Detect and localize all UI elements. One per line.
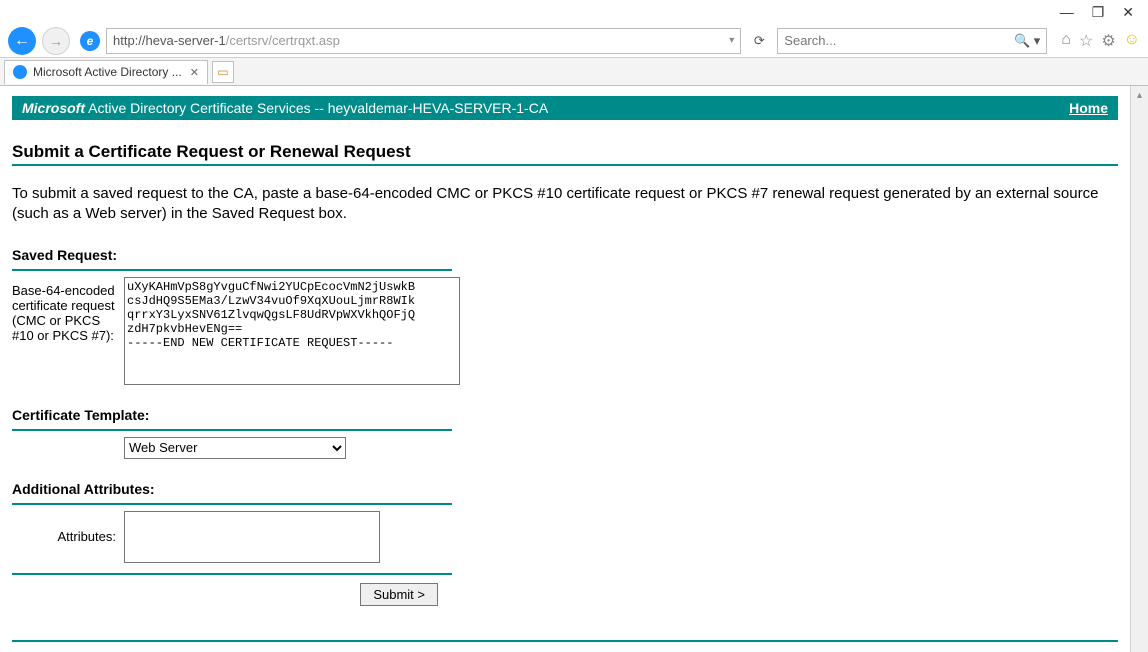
saved-request-rowlabel: Base-64-encoded certificate request (CMC… — [12, 277, 124, 343]
page-title: Submit a Certificate Request or Renewal … — [12, 142, 1118, 162]
saved-request-textarea[interactable] — [124, 277, 460, 385]
home-link[interactable]: Home — [1069, 100, 1108, 116]
divider — [12, 573, 452, 575]
cert-template-select[interactable]: Web Server — [124, 437, 346, 459]
search-box[interactable]: Search... 🔍 ▾ — [777, 28, 1047, 54]
page-scrollbar[interactable]: ▴ — [1130, 86, 1148, 652]
ie-logo-icon: e — [80, 31, 100, 51]
tab-active[interactable]: Microsoft Active Directory ... ✕ — [4, 60, 208, 84]
divider — [12, 269, 452, 271]
submit-button[interactable]: Submit > — [360, 583, 438, 606]
attributes-rowlabel: Attributes: — [12, 529, 124, 544]
browser-toolbar: ← → e http://heva-server-1/certsrv/certr… — [0, 24, 1148, 58]
settings-gear-icon[interactable]: ⚙ — [1101, 31, 1115, 51]
window-controls: — ❐ ✕ — [0, 0, 1148, 24]
smiley-icon[interactable]: ☺ — [1124, 31, 1140, 51]
tab-strip: Microsoft Active Directory ... ✕ ▭ — [0, 58, 1148, 86]
close-window-button[interactable]: ✕ — [1122, 4, 1134, 21]
service-banner: Microsoft Active Directory Certificate S… — [12, 96, 1118, 120]
tab-title: Microsoft Active Directory ... — [33, 65, 182, 79]
toolbar-icons: ⌂ ☆ ⚙ ☺ — [1061, 31, 1140, 51]
url-host: http://heva-server-1 — [113, 33, 226, 48]
spacer — [12, 437, 124, 443]
tab-close-icon[interactable]: ✕ — [190, 66, 199, 79]
divider — [12, 164, 1118, 166]
divider — [12, 640, 1118, 642]
scroll-up-icon[interactable]: ▴ — [1131, 86, 1148, 104]
banner-text: Active Directory Certificate Services --… — [85, 100, 548, 116]
search-icon[interactable]: 🔍 ▾ — [1014, 33, 1040, 49]
refresh-button[interactable]: ⟳ — [747, 33, 771, 49]
cert-template-label: Certificate Template: — [12, 407, 1118, 423]
new-tab-button[interactable]: ▭ — [212, 61, 234, 83]
minimize-button[interactable]: — — [1060, 4, 1074, 20]
home-icon[interactable]: ⌂ — [1061, 31, 1071, 51]
url-path: /certsrv/certrqxt.asp — [226, 33, 340, 48]
favorites-icon[interactable]: ☆ — [1079, 31, 1093, 51]
saved-request-label: Saved Request: — [12, 247, 1118, 263]
maximize-button[interactable]: ❐ — [1092, 4, 1105, 21]
banner-brand: Microsoft — [22, 100, 85, 116]
address-bar[interactable]: http://heva-server-1/certsrv/certrqxt.as… — [106, 28, 741, 54]
attributes-textarea[interactable] — [124, 511, 380, 563]
forward-button[interactable]: → — [42, 27, 70, 55]
divider — [12, 503, 452, 505]
back-button[interactable]: ← — [8, 27, 36, 55]
attributes-section-label: Additional Attributes: — [12, 481, 1118, 497]
search-placeholder: Search... — [784, 33, 836, 48]
tab-ie-icon — [13, 65, 27, 79]
page-description: To submit a saved request to the CA, pas… — [12, 184, 1118, 225]
page-content: Microsoft Active Directory Certificate S… — [0, 86, 1130, 652]
dropdown-icon[interactable]: ▾ — [729, 35, 734, 46]
divider — [12, 429, 452, 431]
